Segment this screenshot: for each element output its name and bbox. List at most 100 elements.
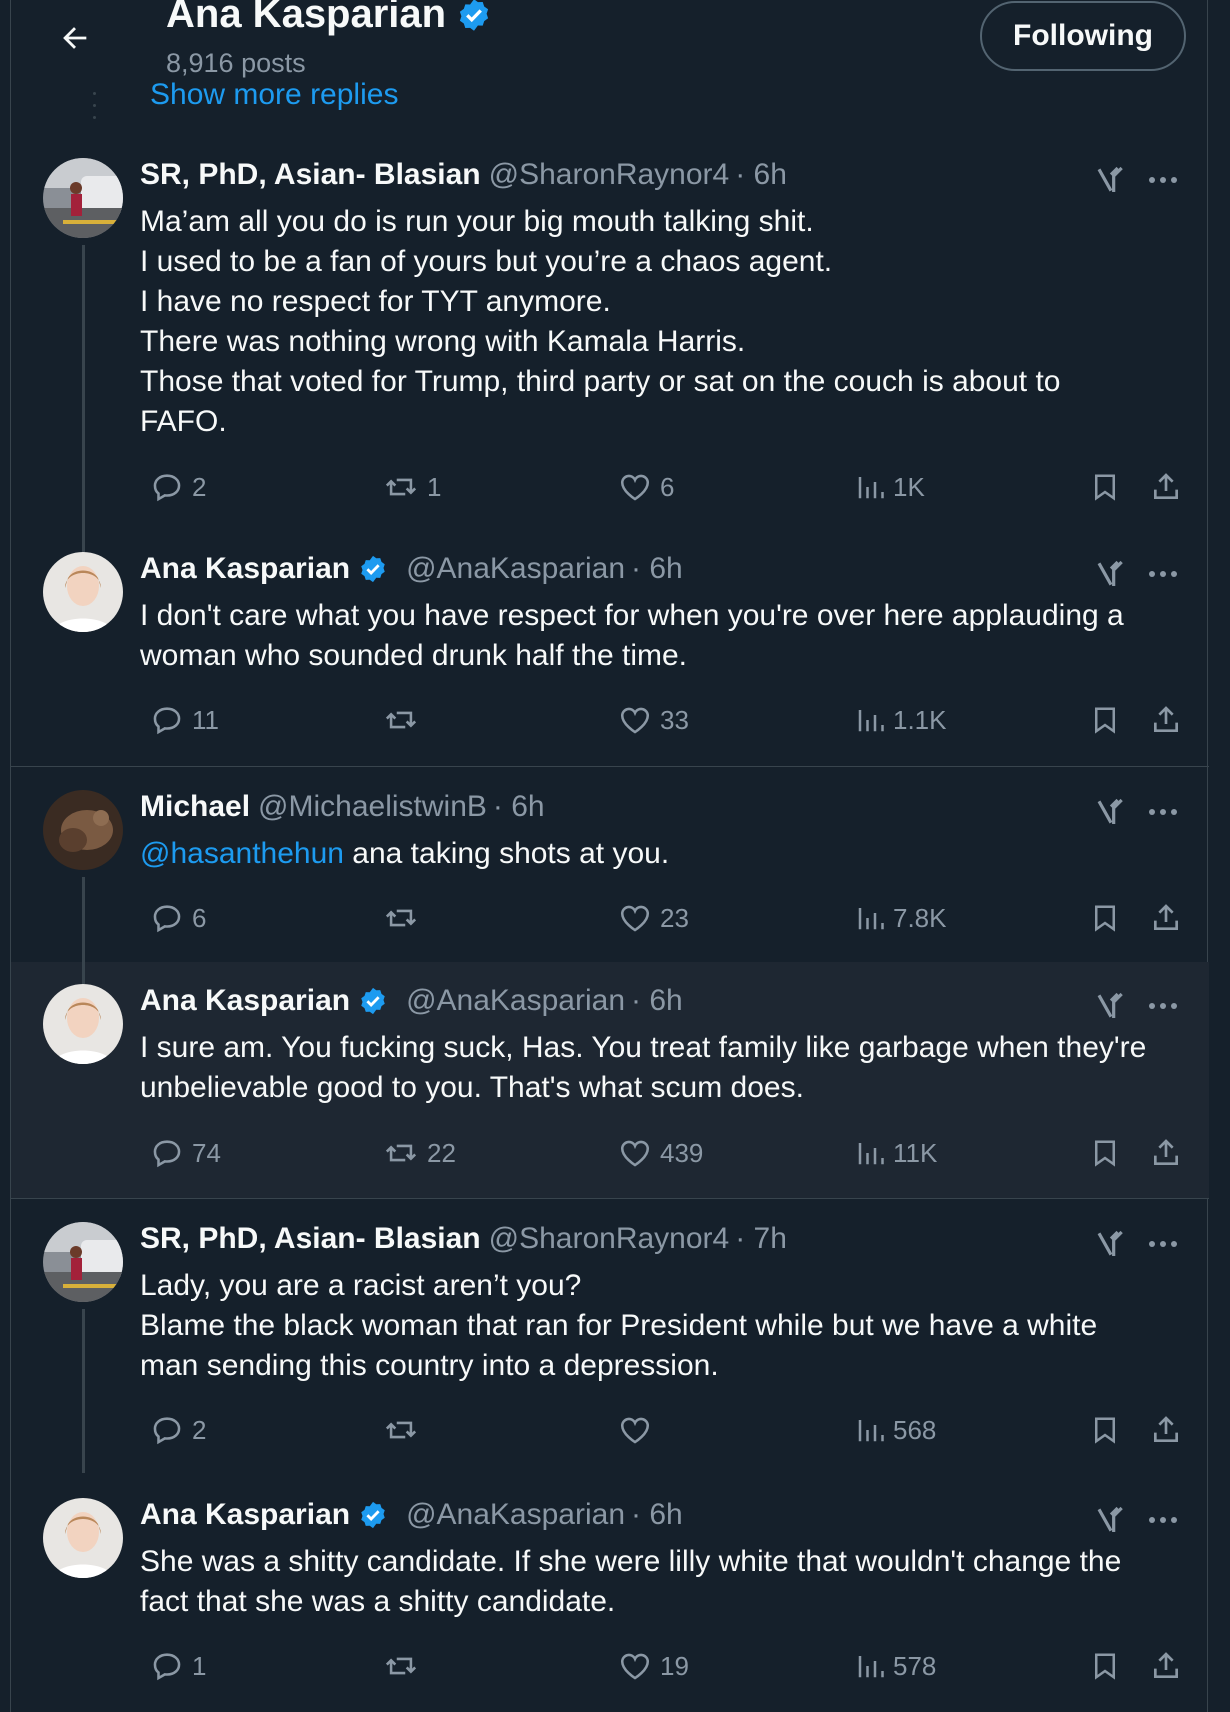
tweet[interactable]: Ana Kasparian @AnaKasparian · 6h I sure … <box>11 962 1209 1198</box>
views-button[interactable]: 7.8K <box>855 896 947 940</box>
like-button[interactable] <box>618 1408 660 1452</box>
share-icon <box>1154 706 1178 732</box>
arrow-left-icon <box>63 27 87 49</box>
views-button[interactable]: 1K <box>855 465 925 509</box>
repost-button[interactable] <box>383 698 427 742</box>
repost-button[interactable] <box>383 896 427 940</box>
share-button[interactable] <box>1150 465 1182 509</box>
like-button[interactable]: 439 <box>618 1131 703 1175</box>
bookmark-button[interactable] <box>1090 465 1120 509</box>
back-button[interactable] <box>51 18 99 58</box>
tweet-time[interactable]: · 6h <box>631 1498 683 1532</box>
author-name[interactable]: Michael <box>140 790 250 824</box>
reply-count: 2 <box>192 1414 207 1445</box>
tweet-text-line: I sure am. You fucking suck, Has. You tr… <box>140 1031 1147 1064</box>
repost-icon <box>385 909 417 927</box>
share-button[interactable] <box>1150 1408 1182 1452</box>
bookmark-icon <box>1095 1653 1115 1680</box>
bookmark-button[interactable] <box>1090 896 1120 940</box>
grok-button[interactable] <box>1091 792 1131 832</box>
author-handle[interactable]: @MichaelistwinB <box>258 790 487 824</box>
repost-button[interactable] <box>383 1644 427 1688</box>
author-name[interactable]: Ana Kasparian <box>140 984 350 1018</box>
views-button[interactable]: 1.1K <box>855 698 947 742</box>
reply-button[interactable]: 2 <box>150 1408 206 1452</box>
avatar[interactable] <box>43 1498 123 1578</box>
thread-line <box>82 962 85 984</box>
share-button[interactable] <box>1150 698 1182 742</box>
author-name[interactable]: Ana Kasparian <box>140 1498 350 1532</box>
tweet-time[interactable]: · 6h <box>631 552 683 586</box>
like-button[interactable]: 6 <box>618 465 674 509</box>
tweet[interactable]: Ana Kasparian @AnaKasparian · 6h I don't… <box>11 514 1209 766</box>
bookmark-button[interactable] <box>1090 1644 1120 1688</box>
tweet-time[interactable]: · 7h <box>735 1222 787 1256</box>
reply-button[interactable]: 11 <box>150 698 219 742</box>
more-button[interactable] <box>1141 986 1185 1026</box>
author-handle[interactable]: @SharonRaynor4 <box>489 158 730 192</box>
like-button[interactable]: 33 <box>618 698 689 742</box>
author-handle[interactable]: @AnaKasparian <box>406 984 625 1018</box>
tweet-text-line: Those that voted for Trump, third party … <box>140 365 1061 398</box>
views-button[interactable]: 568 <box>855 1408 936 1452</box>
like-button[interactable]: 19 <box>618 1644 689 1688</box>
share-button[interactable] <box>1150 1644 1182 1688</box>
reply-button[interactable]: 1 <box>150 1644 206 1688</box>
bookmark-button[interactable] <box>1090 1131 1120 1175</box>
author-handle[interactable]: @AnaKasparian <box>406 1498 625 1532</box>
avatar[interactable] <box>43 790 123 870</box>
author-name[interactable]: SR, PhD, Asian- Blasian <box>140 1222 481 1256</box>
share-button[interactable] <box>1150 896 1182 940</box>
avatar[interactable] <box>43 158 123 238</box>
show-more-replies-link[interactable]: Show more replies <box>150 78 398 112</box>
repost-button[interactable] <box>383 1408 427 1452</box>
avatar[interactable] <box>43 552 123 632</box>
bookmark-icon <box>1095 474 1115 501</box>
reply-button[interactable]: 6 <box>150 896 206 940</box>
more-button[interactable] <box>1141 160 1185 200</box>
tweet[interactable]: Ana Kasparian @AnaKasparian · 6h She was… <box>11 1473 1209 1712</box>
avatar[interactable] <box>43 984 123 1064</box>
tweet-text-line: woman who sounded drunk half the time. <box>140 639 687 672</box>
reply-button[interactable]: 74 <box>150 1131 221 1175</box>
bookmark-icon <box>1095 707 1115 734</box>
views-button[interactable]: 578 <box>855 1644 936 1688</box>
more-button[interactable] <box>1141 554 1185 594</box>
grok-button[interactable] <box>1091 160 1131 200</box>
views-button[interactable]: 11K <box>855 1131 937 1175</box>
author-name[interactable]: SR, PhD, Asian- Blasian <box>140 158 481 192</box>
following-button[interactable]: Following <box>980 1 1186 71</box>
author-handle[interactable]: @SharonRaynor4 <box>489 1222 730 1256</box>
grok-button[interactable] <box>1091 554 1131 594</box>
reply-button[interactable]: 2 <box>150 465 206 509</box>
tweet-time[interactable]: · 6h <box>631 984 683 1018</box>
share-button[interactable] <box>1150 1131 1182 1175</box>
mention-link[interactable]: @hasanthehun <box>140 837 344 870</box>
more-button[interactable] <box>1141 1224 1185 1264</box>
bookmark-button[interactable] <box>1090 698 1120 742</box>
grok-button[interactable] <box>1091 1500 1131 1540</box>
bookmark-button[interactable] <box>1090 1408 1120 1452</box>
tweet-header: Michael @MichaelistwinB · 6h <box>140 790 545 824</box>
like-button[interactable]: 23 <box>618 896 689 940</box>
grok-button[interactable] <box>1091 1224 1131 1264</box>
view-count: 568 <box>893 1414 937 1445</box>
heart-icon <box>620 1417 650 1444</box>
tweet-time[interactable]: · 6h <box>735 158 787 192</box>
repost-button[interactable]: 1 <box>383 465 441 509</box>
tweet[interactable]: SR, PhD, Asian- Blasian @SharonRaynor4 ·… <box>11 120 1209 560</box>
author-handle[interactable]: @AnaKasparian <box>406 552 625 586</box>
repost-button[interactable]: 22 <box>383 1131 456 1175</box>
more-horizontal-icon <box>1149 1517 1177 1523</box>
tweet-time[interactable]: · 6h <box>493 790 545 824</box>
tweet[interactable]: SR, PhD, Asian- Blasian @SharonRaynor4 ·… <box>11 1199 1209 1473</box>
view-count: 578 <box>893 1650 937 1681</box>
share-icon <box>1154 1139 1178 1165</box>
grok-button[interactable] <box>1091 986 1131 1026</box>
avatar[interactable] <box>43 1222 123 1302</box>
more-button[interactable] <box>1141 792 1185 832</box>
more-button[interactable] <box>1141 1500 1185 1540</box>
tweet[interactable]: Michael @MichaelistwinB · 6h @hasanthehu… <box>11 767 1209 962</box>
verified-badge-icon <box>361 555 385 583</box>
author-name[interactable]: Ana Kasparian <box>140 552 350 586</box>
